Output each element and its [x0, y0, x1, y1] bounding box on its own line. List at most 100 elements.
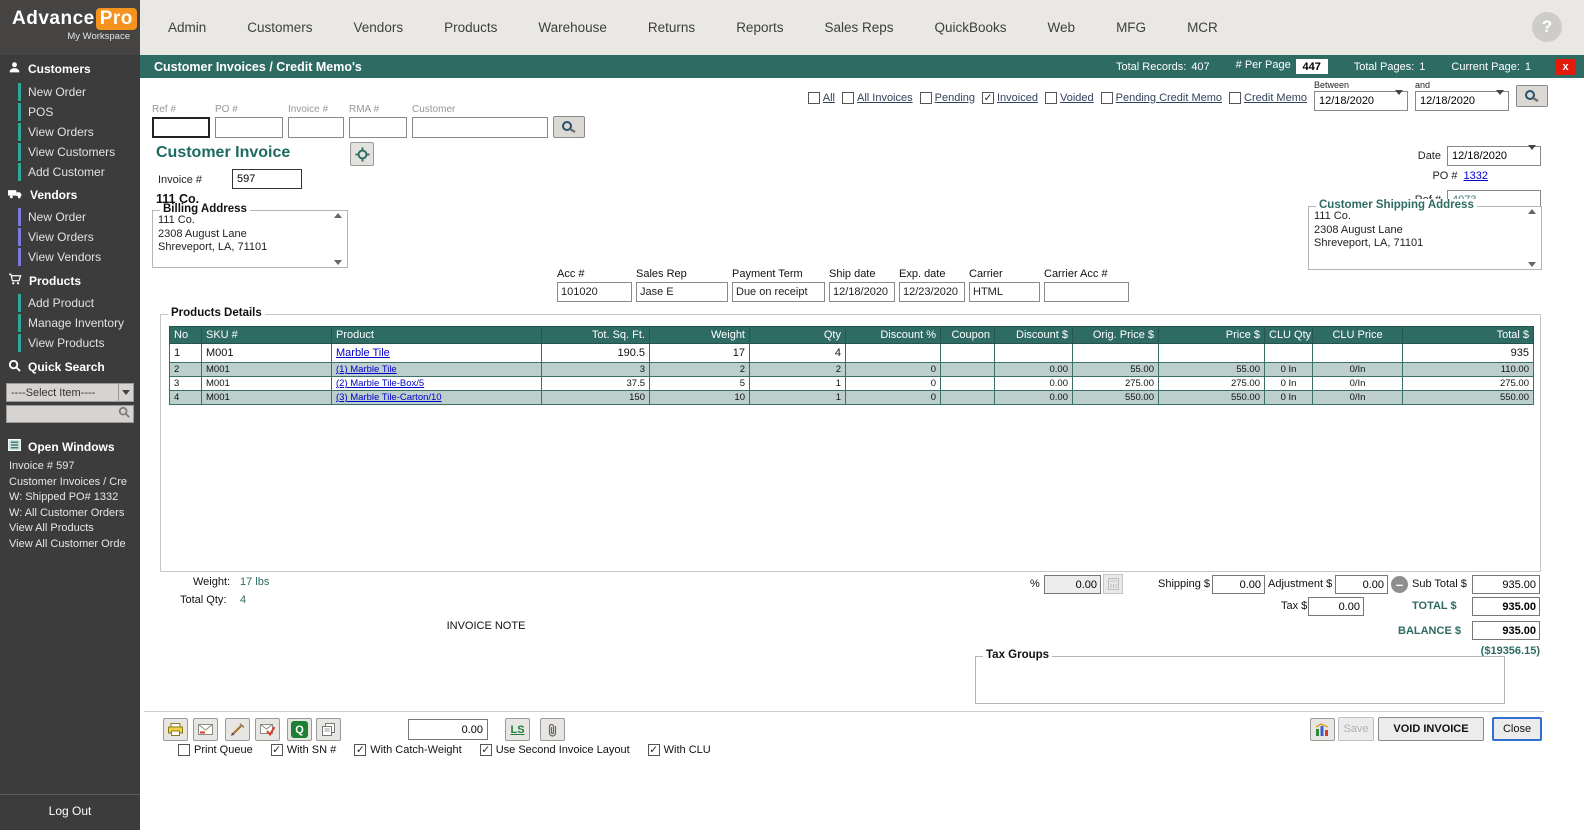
- checkbox[interactable]: [1044, 92, 1057, 104]
- nav-item-sales-reps[interactable]: Sales Reps: [824, 20, 893, 35]
- nav-item-mfg[interactable]: MFG: [1116, 20, 1146, 35]
- checkbox[interactable]: [841, 92, 854, 104]
- meta-input-carrier-acc[interactable]: [1044, 282, 1129, 302]
- invoice-number-input[interactable]: [232, 169, 302, 189]
- scroll-up-icon[interactable]: [1528, 209, 1536, 214]
- open-window-w-shipped-po-1332[interactable]: W: Shipped PO# 1332: [0, 490, 140, 506]
- meta-input-exp-date[interactable]: [899, 282, 965, 302]
- percent-input[interactable]: [1044, 575, 1101, 594]
- void-invoice-button[interactable]: VOID INVOICE: [1378, 717, 1484, 741]
- nav-item-returns[interactable]: Returns: [648, 20, 695, 35]
- nav-item-quickbooks[interactable]: QuickBooks: [935, 20, 1007, 35]
- filter-search-button[interactable]: [1516, 85, 1548, 107]
- chevron-down-icon[interactable]: [118, 384, 133, 401]
- scroll-up-icon[interactable]: [334, 213, 342, 218]
- nav-item-web[interactable]: Web: [1048, 20, 1076, 35]
- scroll-down-icon[interactable]: [1528, 262, 1536, 267]
- sidebar-item-new-order[interactable]: New Order: [0, 82, 140, 102]
- option-with-catch-weight[interactable]: ✓ With Catch-Weight: [354, 744, 462, 756]
- tax-input[interactable]: [1308, 597, 1364, 616]
- sidebar-item-new-order[interactable]: New Order: [0, 207, 140, 227]
- sidebar-item-view-products[interactable]: View Products: [0, 333, 140, 353]
- checkbox[interactable]: [178, 744, 190, 756]
- duplicate-button[interactable]: [316, 718, 341, 741]
- filter-link[interactable]: Pending Credit Memo: [1116, 92, 1222, 104]
- save-button[interactable]: Save: [1338, 717, 1374, 741]
- open-window-customer-invoices-cre[interactable]: Customer Invoices / Cre: [0, 475, 140, 491]
- close-window-button[interactable]: x: [1555, 58, 1576, 75]
- sidebar-item-add-product[interactable]: Add Product: [0, 293, 140, 313]
- meta-input-payment-term[interactable]: [732, 282, 825, 302]
- minus-icon[interactable]: –: [1391, 576, 1408, 593]
- help-icon[interactable]: ?: [1532, 12, 1562, 42]
- filter-pending-credit-memo[interactable]: Pending Credit Memo: [1100, 92, 1222, 104]
- misc-amount-input[interactable]: [408, 719, 488, 740]
- invoice-settings-button[interactable]: [350, 142, 374, 166]
- print-button[interactable]: [163, 718, 188, 741]
- open-window-w-all-customer-orders[interactable]: W: All Customer Orders: [0, 506, 140, 522]
- search-input-po[interactable]: [215, 117, 283, 138]
- email-confirm-button[interactable]: [255, 718, 280, 741]
- filter-invoiced[interactable]: ✓ Invoiced: [982, 92, 1038, 104]
- date-from-select[interactable]: 12/18/2020: [1314, 90, 1408, 111]
- sidebar-item-view-orders[interactable]: View Orders: [0, 122, 140, 142]
- product-link[interactable]: (1) Marble Tile: [336, 364, 397, 375]
- meta-input-carrier[interactable]: [969, 282, 1040, 302]
- filter-all-invoices[interactable]: All Invoices: [841, 92, 913, 104]
- filter-credit-memo[interactable]: Credit Memo: [1229, 92, 1307, 104]
- sidebar-section-vendors[interactable]: Vendors: [0, 182, 140, 207]
- open-window-view-all-products[interactable]: View All Products: [0, 521, 140, 537]
- checkbox[interactable]: ✓: [354, 744, 367, 756]
- option-with-clu[interactable]: ✓ With CLU: [647, 744, 711, 756]
- attachment-button[interactable]: [540, 718, 565, 741]
- invoice-date-select[interactable]: 12/18/2020: [1447, 145, 1541, 166]
- nav-item-admin[interactable]: Admin: [168, 20, 206, 35]
- nav-item-customers[interactable]: Customers: [247, 20, 312, 35]
- product-link[interactable]: (3) Marble Tile-Carton/10: [336, 392, 442, 403]
- filter-link[interactable]: Invoiced: [997, 92, 1038, 104]
- nav-item-reports[interactable]: Reports: [736, 20, 783, 35]
- filter-link[interactable]: All: [823, 92, 835, 104]
- sidebar-item-view-vendors[interactable]: View Vendors: [0, 247, 140, 267]
- filter-link[interactable]: Voided: [1060, 92, 1094, 104]
- report-chart-button[interactable]: [1310, 718, 1335, 741]
- option-print-queue[interactable]: Print Queue: [178, 744, 253, 756]
- ls-button[interactable]: LS: [505, 718, 530, 741]
- close-button[interactable]: Close: [1492, 717, 1542, 741]
- email-button[interactable]: [193, 718, 218, 741]
- checkbox[interactable]: ✓: [270, 744, 283, 756]
- date-to-select[interactable]: 12/18/2020: [1415, 90, 1509, 111]
- checkbox[interactable]: [807, 92, 820, 104]
- filter-voided[interactable]: Voided: [1044, 92, 1094, 104]
- balance-input[interactable]: [1472, 621, 1540, 640]
- filter-link[interactable]: Credit Memo: [1244, 92, 1307, 104]
- filter-link[interactable]: All Invoices: [857, 92, 913, 104]
- sidebar-item-view-customers[interactable]: View Customers: [0, 142, 140, 162]
- nav-item-mcr[interactable]: MCR: [1187, 20, 1218, 35]
- total-input[interactable]: [1472, 597, 1540, 616]
- open-window-view-all-customer-orde[interactable]: View All Customer Orde: [0, 537, 140, 553]
- meta-input-acc[interactable]: [557, 282, 632, 302]
- option-use-second-invoice-layout[interactable]: ✓ Use Second Invoice Layout: [479, 744, 630, 756]
- sidebar-item-pos[interactable]: POS: [0, 102, 140, 122]
- filter-link[interactable]: Pending: [935, 92, 975, 104]
- po-number-link[interactable]: 1332: [1464, 170, 1488, 182]
- filter-all[interactable]: All: [807, 92, 835, 104]
- per-page-input[interactable]: [1295, 59, 1328, 74]
- checkbox[interactable]: ✓: [479, 744, 492, 756]
- adjustment-input[interactable]: [1335, 575, 1388, 594]
- search-input-invoice[interactable]: [288, 117, 344, 138]
- meta-input-ship-date[interactable]: [829, 282, 895, 302]
- scroll-down-icon[interactable]: [334, 260, 342, 265]
- option-with-sn[interactable]: ✓ With SN #: [270, 744, 336, 756]
- checkbox[interactable]: [1229, 92, 1242, 104]
- signature-button[interactable]: [225, 718, 250, 741]
- quick-search-input[interactable]: [6, 405, 134, 423]
- checkbox[interactable]: ✓: [647, 744, 660, 756]
- subtotal-input[interactable]: [1472, 575, 1540, 594]
- quickbooks-button[interactable]: Q: [287, 718, 312, 741]
- open-window-invoice-597[interactable]: Invoice # 597: [0, 459, 140, 475]
- nav-item-vendors[interactable]: Vendors: [354, 20, 404, 35]
- filter-pending[interactable]: Pending: [919, 92, 975, 104]
- sidebar-item-view-orders[interactable]: View Orders: [0, 227, 140, 247]
